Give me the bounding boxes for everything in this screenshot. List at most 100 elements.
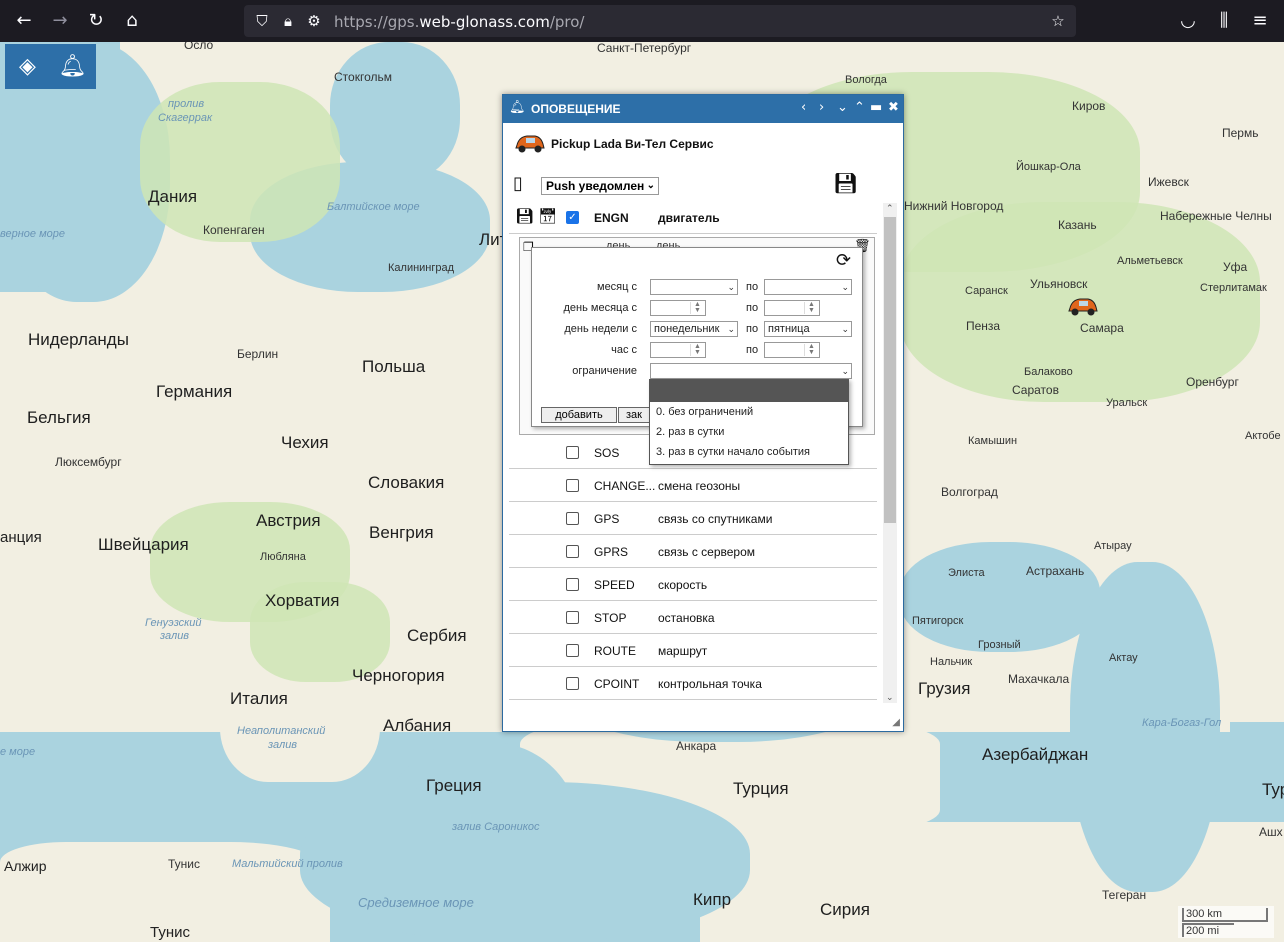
chevron-right-icon[interactable]: › [819,100,824,115]
pocket-icon[interactable]: ◡ [1176,9,1200,33]
dialog-header[interactable]: 🔔︎ ОПОВЕЩЕНИЕ ‹ › ⌄ ⌃ ▬ ✖ [503,95,903,123]
map-label: Нидерланды [28,330,129,349]
event-code: SOS [594,446,620,460]
menu-icon[interactable]: ≡ [1248,9,1272,33]
event-checkbox[interactable]: ✓ [566,211,579,224]
chevron-down-icon[interactable]: ⌄ [837,100,848,115]
event-code: ENGN [594,211,629,225]
chevron-up-icon[interactable]: ⌃ [854,100,865,115]
dropdown-option-empty[interactable] [650,380,848,402]
event-checkbox[interactable] [566,611,579,624]
map-label: Пермь [1222,126,1259,140]
map-label: Черногория [352,666,445,685]
dropdown-option[interactable]: 0. без ограничений [650,402,848,422]
scale-mi: 200 mi [1182,923,1234,937]
weekday-to-select[interactable]: пятница ⌄ [764,321,852,337]
scroll-up-icon[interactable]: ⌃ [886,203,894,214]
hour-to-input[interactable]: ▲ ▼ [764,342,820,358]
event-checkbox[interactable] [566,578,579,591]
map-label: Нальчик [930,656,973,668]
map-label: Тунис [150,924,190,941]
event-row[interactable]: SPEED скорость [509,568,877,601]
map-label: верное море [0,228,65,240]
map-label: Актау [1109,652,1138,664]
event-checkbox[interactable] [566,545,579,558]
event-row[interactable]: ROUTE маршрут [509,634,877,667]
url-text: https://gps.web-glonass.com/pro/ [334,13,585,31]
shield-icon[interactable]: ⛉ [252,11,272,31]
day-of-month-label: день месяца с [563,302,637,314]
event-desc: связь с сервером [658,545,756,559]
close-icon[interactable]: ✖ [888,100,899,115]
event-checkbox[interactable] [566,644,579,657]
alarm-bell-icon[interactable]: 🔔︎ [50,44,95,89]
event-row[interactable]: CHANGE... смена геозоны [509,469,877,502]
map-label: залив Сароникос [452,821,540,833]
map-label: Осло [184,42,214,52]
event-code: ROUTE [594,644,636,658]
event-checkbox[interactable] [566,446,579,459]
map-label: Словакия [368,473,445,492]
dropdown-option[interactable]: 2. раз в сутки [650,422,848,442]
map-label: Греция [426,776,482,795]
map-label: Йошкар-Ола [1016,161,1081,173]
scroll-down-icon[interactable]: ⌄ [886,692,894,703]
event-checkbox[interactable] [566,512,579,525]
save-icon[interactable]: 💾︎ [515,207,534,225]
chevron-left-icon[interactable]: ‹ [801,100,806,115]
close-button[interactable]: зак [618,407,650,423]
map-label: Ашх [1259,825,1283,839]
map-label: Дания [148,187,198,206]
permissions-icon[interactable]: ⚙ [304,11,324,31]
address-bar[interactable]: ⛉ 🔒︎ ⚙ https://gps.web-glonass.com/pro/ … [244,5,1076,37]
vehicle-icon [513,131,547,155]
limit-select[interactable]: ⌄ [650,363,852,379]
event-checkbox[interactable] [566,479,579,492]
map-label: Швейцария [98,535,189,554]
notification-type-select[interactable]: Push уведомлен ⌄ [541,177,659,195]
scroll-thumb[interactable] [884,217,896,523]
map-label: Кипр [693,890,732,909]
map-label: Вологда [845,74,887,86]
map-label: Стокгольм [334,70,392,84]
bookmark-star-icon[interactable]: ☆ [1048,11,1068,31]
map-label: Средиземное море [358,895,474,910]
map-label: Оренбург [1186,375,1239,389]
refresh-icon[interactable]: ⟳ [836,250,851,271]
event-row[interactable]: STOP остановка [509,601,877,634]
layers-icon[interactable]: ◈ [5,44,50,89]
map-label: анция [0,529,42,546]
hour-from-input[interactable]: ▲ ▼ [650,342,706,358]
calendar-icon[interactable]: 📅︎ [538,207,557,225]
event-row[interactable]: GPS связь со спутниками [509,502,877,535]
lock-icon[interactable]: 🔒︎ [278,11,298,31]
day-of-month-from-input[interactable]: ▲ ▼ [650,300,706,316]
event-desc: смена геозоны [658,479,741,493]
back-arrow-icon[interactable]: ← [12,9,36,33]
dropdown-option[interactable]: 3. раз в сутки начало события [650,442,848,462]
event-row[interactable]: CPOINT контрольная точка [509,667,877,700]
resize-handle-icon[interactable]: ◢ [892,717,900,728]
home-icon[interactable]: ⌂ [120,9,144,33]
add-button[interactable]: добавить [541,407,617,423]
map-label: Сербия [407,626,467,645]
reload-icon[interactable]: ↻ [84,9,108,33]
minimize-icon[interactable]: ▬ [870,100,882,115]
scrollbar[interactable]: ⌃ ⌄ [883,203,897,703]
event-row[interactable]: 💾︎ 📅︎ ✓ ENGN двигатель [509,201,877,234]
month-from-select[interactable]: ⌄ [650,279,738,295]
map-label: Киров [1072,99,1106,113]
library-icon[interactable]: ⫼ [1212,9,1236,33]
month-to-select[interactable]: ⌄ [764,279,852,295]
save-icon[interactable]: 💾︎ [833,171,858,195]
map-label: Берлин [237,347,279,361]
limit-dropdown-list: 0. без ограничений 2. раз в сутки 3. раз… [649,379,849,465]
vehicle-marker-icon[interactable] [1066,294,1100,318]
map-label: Скагеррак [158,112,213,124]
forward-arrow-icon[interactable]: → [48,9,72,33]
map-label: Италия [230,689,288,708]
event-checkbox[interactable] [566,677,579,690]
day-of-month-to-input[interactable]: ▲ ▼ [764,300,820,316]
event-row[interactable]: GPRS связь с сервером [509,535,877,568]
weekday-from-select[interactable]: понедельник ⌄ [650,321,738,337]
